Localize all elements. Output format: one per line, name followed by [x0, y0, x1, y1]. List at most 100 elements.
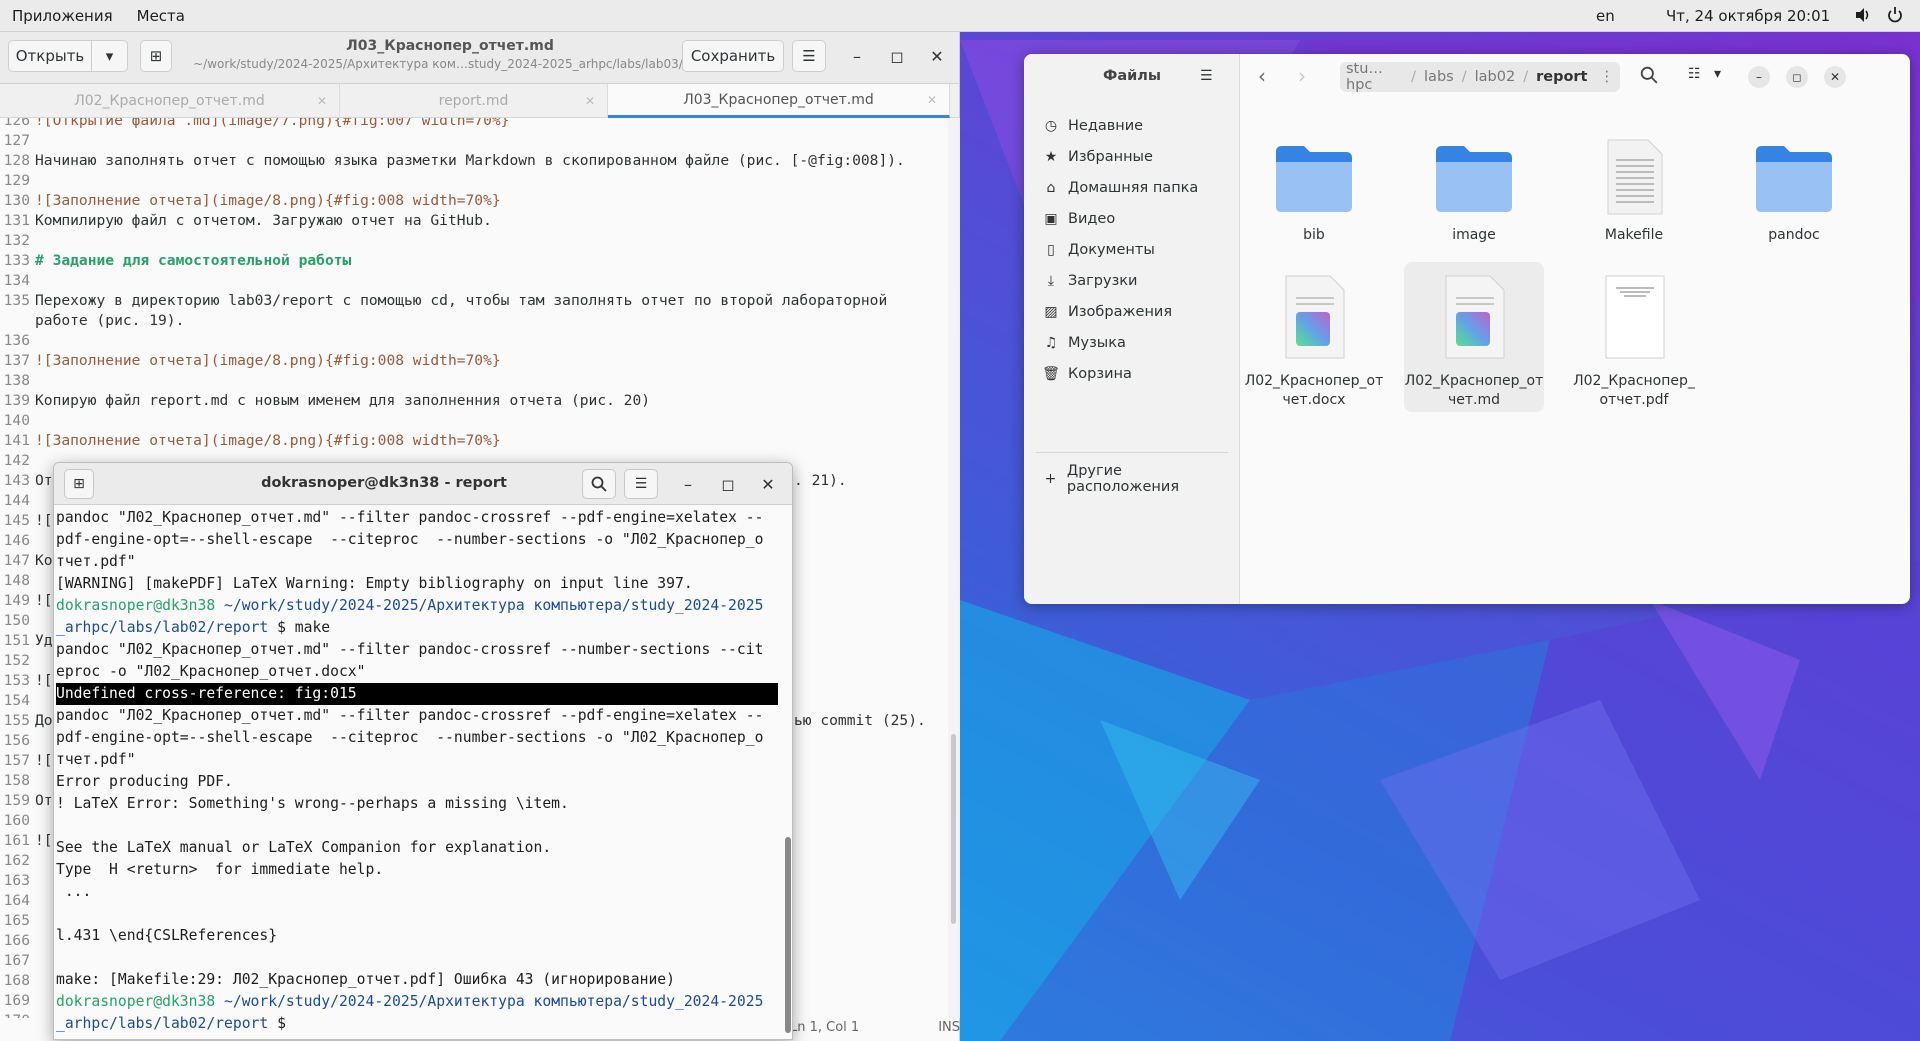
terminal-scrollbar[interactable]	[781, 507, 792, 1039]
maximize-button[interactable]: ◻	[885, 44, 909, 68]
clock[interactable]: Чт, 24 октября 20:01	[1666, 7, 1830, 25]
close-button[interactable]: ✕	[925, 44, 949, 68]
editor-line: ![	[35, 512, 53, 529]
view-options-button[interactable]: ▾	[1714, 66, 1721, 82]
volume-icon[interactable]	[1854, 6, 1872, 28]
forward-button[interactable]: ›	[1298, 64, 1306, 88]
file-name: Л02_Краснопер_ отчет.pdf	[1573, 373, 1695, 408]
minimize-button[interactable]: –	[676, 472, 700, 496]
open-button[interactable]: Открыть	[8, 40, 92, 72]
star-icon: ★	[1044, 149, 1058, 165]
new-tab-button[interactable]: ⊞	[140, 40, 172, 72]
minimize-button[interactable]: –	[845, 44, 869, 68]
terminal-line: _arhpc/labs/lab02/report $	[56, 1013, 778, 1035]
line-number: 132	[3, 232, 30, 249]
sidebar-item-other-locations[interactable]: + Другие расположения	[1040, 463, 1230, 495]
file-name: bib	[1303, 227, 1325, 243]
editor-tab-bar: Л02_Краснопер_отчет.md ✕ report.md ✕ Л03…	[0, 84, 959, 118]
editor-line: ![Открытие файла .md](image/7.png){#fig:…	[35, 118, 510, 129]
maximize-button[interactable]: ◻	[1786, 66, 1808, 88]
line-number: 168	[3, 972, 30, 989]
breadcrumb-separator: /	[1523, 69, 1529, 85]
breadcrumb-item[interactable]: report	[1530, 69, 1593, 85]
new-tab-button[interactable]: ⊞	[64, 469, 94, 499]
file-name: Л02_Краснопер_от чет.docx	[1244, 373, 1384, 408]
file-name: pandoc	[1768, 227, 1820, 243]
insert-mode[interactable]: INS	[938, 1020, 960, 1040]
menu-icon[interactable]: ☰	[1200, 68, 1220, 88]
sidebar-item-music[interactable]: ♫ Музыка	[1040, 328, 1230, 358]
file-name: image	[1452, 227, 1496, 243]
file-item[interactable]: image	[1404, 126, 1544, 246]
line-number: 138	[3, 372, 30, 389]
close-button[interactable]: ✕	[756, 472, 780, 496]
tab-l03-report[interactable]: Л03_Краснопер_отчет.md ✕	[608, 84, 950, 118]
file-item[interactable]: Makefile	[1564, 126, 1704, 246]
scrollbar-thumb[interactable]	[951, 734, 956, 924]
applications-menu[interactable]: Приложения	[0, 7, 125, 25]
line-number: 158	[3, 772, 30, 789]
sidebar-item-clock[interactable]: ◷ Недавние	[1040, 111, 1230, 141]
file-item[interactable]: Л02_Краснопер_от чет.docx	[1244, 262, 1384, 412]
sidebar-item-trash[interactable]: 🗑 Корзина	[1040, 359, 1230, 389]
line-number: 141	[3, 432, 30, 449]
hamburger-menu-button[interactable]: ☰	[624, 469, 658, 499]
tab-report-md[interactable]: report.md ✕	[340, 84, 608, 118]
line-number: 131	[3, 212, 30, 229]
line-number: 159	[3, 792, 30, 809]
prompt-command: $	[268, 1015, 295, 1032]
new-tab-icon: ⊞	[149, 47, 163, 65]
scrollbar-thumb[interactable]	[785, 837, 791, 1033]
editor-line: ![Заполнение отчета](image/8.png){#fig:0…	[35, 352, 501, 369]
editor-statusbar: Ln 1, Col 1 INS	[790, 1020, 960, 1040]
close-tab-icon[interactable]: ✕	[585, 94, 595, 108]
breadcrumb-item[interactable]: lab02	[1469, 69, 1522, 85]
file-manager-window: Файлы ☰ ◷ Недавние ★ Избранные ⌂ Домашняя пап…	[1024, 54, 1910, 604]
line-number: 133	[3, 252, 30, 269]
hamburger-menu-button[interactable]: ☰	[792, 40, 826, 72]
open-dropdown-button[interactable]: ▾	[92, 40, 128, 72]
cursor-position[interactable]: Ln 1, Col 1	[790, 1020, 859, 1040]
editor-line-fragment: ью commit (25).	[794, 712, 926, 729]
breadcrumb: stu…hpc / labs / lab02/report ⋮	[1340, 61, 1621, 93]
search-button[interactable]	[1640, 66, 1658, 88]
close-button[interactable]: ✕	[1824, 66, 1846, 88]
line-number: 151	[3, 632, 30, 649]
file-item[interactable]: bib	[1244, 126, 1384, 246]
power-icon[interactable]	[1886, 6, 1904, 28]
tab-l02-report[interactable]: Л02_Краснопер_отчет.md ✕	[0, 84, 340, 118]
sidebar-item-star[interactable]: ★ Избранные	[1040, 142, 1230, 172]
places-menu[interactable]: Места	[125, 7, 197, 25]
sidebar-item-image[interactable]: ▨ Изображения	[1040, 297, 1230, 327]
editor-line: ![	[35, 752, 53, 769]
close-tab-icon[interactable]: ✕	[317, 94, 327, 108]
search-button[interactable]	[582, 469, 616, 499]
breadcrumb-item[interactable]: stu…hpc	[1340, 61, 1409, 93]
prompt-user: dokrasnoper@dk3n38	[56, 597, 216, 614]
back-button[interactable]: ‹	[1258, 64, 1266, 88]
editor-line: Уд	[35, 632, 53, 649]
file-item[interactable]: Л02_Краснопер_от чет.md	[1404, 262, 1544, 412]
sidebar-item-download[interactable]: ⤓ Загрузки	[1040, 266, 1230, 296]
document-icon	[1285, 275, 1345, 359]
tab-label: Л02_Краснопер_отчет.md	[74, 93, 265, 109]
more-options-icon[interactable]: ⋮	[1594, 69, 1621, 85]
close-tab-icon[interactable]: ✕	[927, 93, 937, 107]
keyboard-layout-indicator[interactable]: en	[1596, 7, 1615, 25]
terminal-output[interactable]: pandoc "Л02_Краснопер_отчет.md" --filter…	[56, 507, 778, 1039]
sidebar-item-document[interactable]: ▯ Документы	[1040, 235, 1230, 265]
list-view-button[interactable]: ☷	[1688, 66, 1701, 82]
sidebar-item-home[interactable]: ⌂ Домашняя папка	[1040, 173, 1230, 203]
minimize-button[interactable]: –	[1748, 66, 1770, 88]
save-button[interactable]: Сохранить	[682, 40, 784, 72]
line-number: 137	[3, 352, 30, 369]
maximize-button[interactable]: ◻	[716, 472, 740, 496]
line-number: 139	[3, 392, 30, 409]
file-item[interactable]: Л02_Краснопер_ отчет.pdf	[1564, 262, 1704, 412]
sidebar-item-video[interactable]: ▣ Видео	[1040, 204, 1230, 234]
editor-scrollbar[interactable]	[948, 118, 960, 1018]
search-icon	[591, 476, 607, 492]
breadcrumb-item[interactable]: labs	[1418, 69, 1460, 85]
image-icon: ▨	[1044, 304, 1058, 320]
file-item[interactable]: pandoc	[1724, 126, 1864, 246]
